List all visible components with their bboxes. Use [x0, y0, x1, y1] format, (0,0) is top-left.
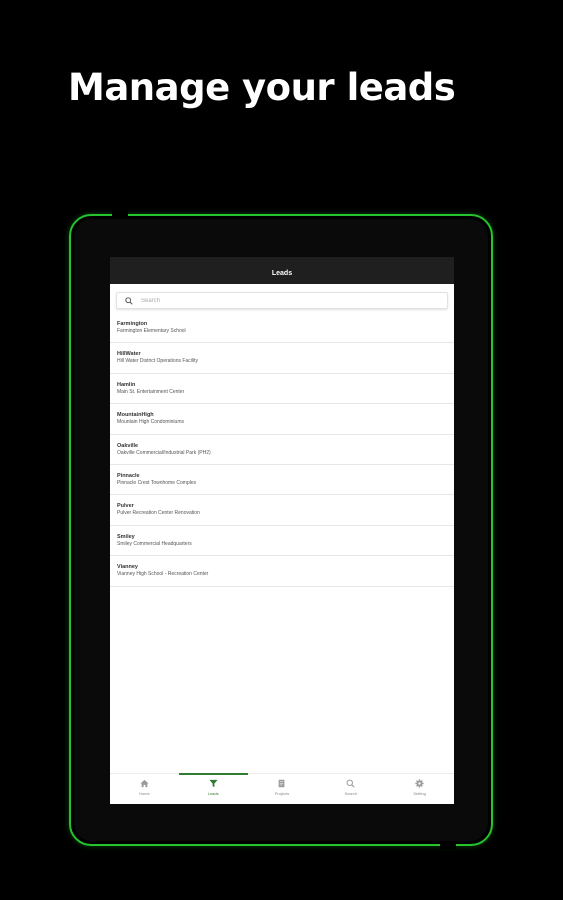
list-item[interactable]: MountainHigh Mountain High Condominiums — [110, 404, 454, 435]
search-icon — [125, 296, 133, 305]
list-item[interactable]: Hamlin Main St. Entertainment Center — [110, 374, 454, 405]
app-bar: Leads — [110, 257, 454, 284]
lead-name: Farmington — [117, 321, 148, 327]
gear-icon — [415, 779, 424, 788]
nav-label: Setting — [413, 791, 426, 796]
document-icon — [279, 779, 285, 788]
lead-description: Hill Water District Operations Facility — [117, 358, 198, 365]
lead-description: Mountain High Condominiums — [117, 419, 184, 426]
lead-list: Farmington Farmington Elementary School … — [110, 313, 454, 587]
lead-description: Pinnacle Crest Townhome Complex — [117, 479, 197, 486]
lead-name: MountainHigh — [117, 412, 154, 419]
list-item[interactable]: Farmington Farmington Elementary School — [110, 313, 454, 344]
app-bar-title: Leads — [271, 270, 293, 277]
frame-gap — [112, 210, 128, 218]
list-item[interactable]: Vianney Vianney High School - Recreation… — [110, 556, 454, 587]
funnel-icon — [209, 779, 218, 788]
list-item[interactable]: Pinnacle Pinnacle Crest Townhome Complex — [110, 465, 454, 496]
nav-item-projects[interactable]: Projects — [248, 774, 317, 804]
lead-name: HillWater — [117, 351, 141, 358]
search-icon — [346, 779, 355, 788]
lead-name: Smiley — [117, 533, 135, 540]
hero-title: Manage your leads — [68, 66, 456, 109]
lead-description: Smiley Commercial Headquarters — [117, 540, 192, 547]
nav-item-setting[interactable]: Setting — [385, 774, 454, 804]
nav-label: Search — [344, 791, 358, 796]
nav-item-leads[interactable]: Leads — [178, 773, 248, 804]
lead-description: Oakville Commercial/Industrial Park (PH2… — [117, 449, 211, 456]
list-item[interactable]: Pulver Pulver Recreation Center Renovati… — [110, 495, 454, 526]
lead-description: Pulver Recreation Center Renovation — [117, 510, 200, 517]
lead-name: Pinnacle — [117, 472, 140, 479]
lead-description: Farmington Elementary School — [117, 328, 186, 334]
frame-gap — [440, 841, 456, 849]
nav-label: Leads — [207, 791, 219, 796]
nav-item-home[interactable]: Home — [110, 774, 179, 804]
bottom-nav: Home Leads Projects Search Setting — [110, 773, 454, 804]
app-screen: Leads Farmington Farmington Elementary S… — [110, 257, 454, 804]
nav-label: Home — [139, 791, 150, 796]
list-item[interactable]: HillWater Hill Water District Operations… — [110, 343, 454, 374]
search-input[interactable] — [141, 297, 391, 304]
nav-item-search[interactable]: Search — [316, 774, 385, 804]
lead-name: Hamlin — [117, 381, 136, 388]
lead-name: Pulver — [117, 503, 134, 510]
lead-name: Vianney — [117, 564, 138, 571]
lead-description: Vianney High School - Recreation Center — [117, 571, 209, 578]
search-bar[interactable] — [116, 292, 448, 309]
list-item[interactable]: Smiley Smiley Commercial Headquarters — [110, 526, 454, 557]
lead-name: Oakville — [117, 442, 139, 449]
home-icon — [140, 779, 149, 788]
lead-description: Main St. Entertainment Center — [117, 388, 185, 395]
nav-label: Projects — [274, 791, 290, 796]
list-item[interactable]: Oakville Oakville Commercial/Industrial … — [110, 435, 454, 465]
